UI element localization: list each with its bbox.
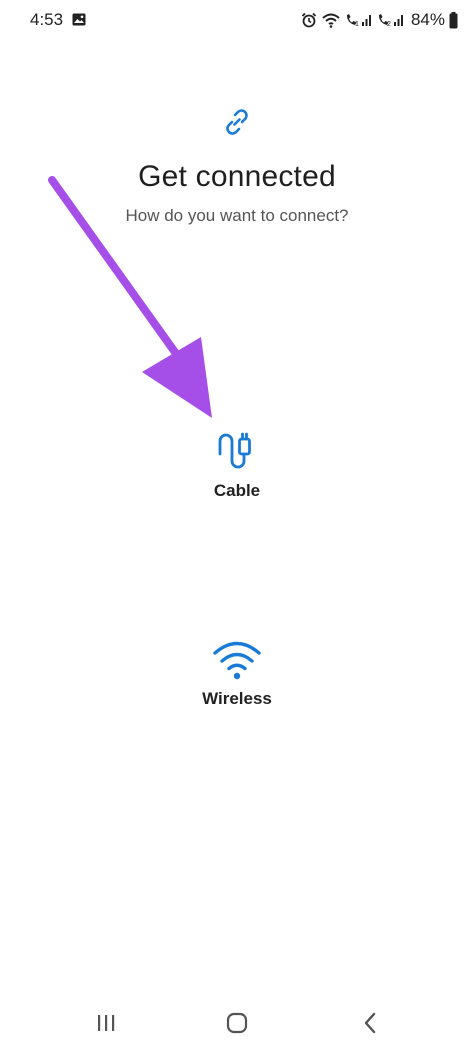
home-button[interactable] [217,1008,257,1038]
status-bar: 4:53 1 2 84% [0,0,474,40]
status-icons: 1 2 84% [301,9,458,31]
alarm-icon [301,12,317,28]
sim2-call-signal-icon: 2 [378,14,403,28]
recents-button[interactable] [86,1008,126,1038]
cable-option-label: Cable [213,481,261,500]
recents-icon [98,1015,115,1031]
page-subtitle: How do you want to connect? [125,206,349,225]
cable-icon [218,432,251,469]
svg-text:2: 2 [387,21,391,28]
back-button[interactable] [350,1008,390,1038]
back-icon [364,1012,376,1034]
link-icon [226,109,248,135]
cable-option[interactable]: Cable [137,418,337,528]
page-title: Get connected [138,160,336,193]
wireless-option-label: Wireless [202,689,272,708]
battery-percent: 84% [410,10,445,29]
svg-text:1: 1 [355,21,359,28]
get-connected-screen: 4:53 1 2 84% Get connected How do you wa… [0,0,474,1051]
gallery-icon [72,13,86,26]
home-icon [226,1012,248,1034]
wifi-status-icon [322,13,340,28]
wifi-icon [213,641,261,680]
status-time: 4:53 [30,10,64,29]
battery-icon [449,11,458,28]
sim1-call-signal-icon: 1 [346,14,371,28]
wireless-option[interactable]: Wireless [137,630,337,740]
navigation-bar [0,990,474,1051]
